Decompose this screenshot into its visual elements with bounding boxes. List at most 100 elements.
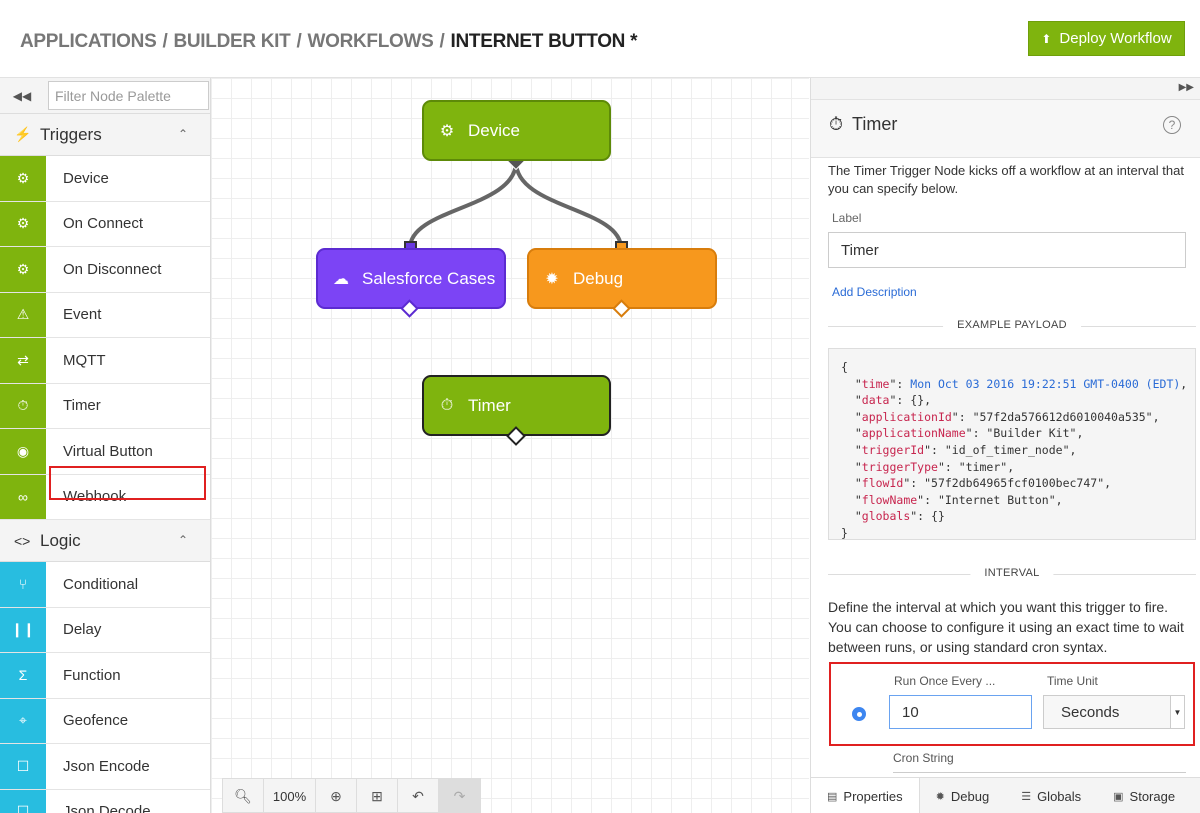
palette-item-label: Timer xyxy=(63,397,101,415)
interval-divider: INTERVAL xyxy=(828,567,1196,581)
palette-item-json-decode[interactable]: ☐ Json Decode xyxy=(0,789,210,813)
connection-lines xyxy=(404,151,628,254)
radio-button-icon: ◉ xyxy=(0,429,46,474)
collapse-palette-icon[interactable]: ◀◀ xyxy=(0,78,44,114)
undo-icon[interactable]: ↶ xyxy=(398,779,439,813)
cron-string-input[interactable] xyxy=(893,772,1186,773)
tab-label: Properties xyxy=(843,788,903,804)
crosshair-icon: ⌖ xyxy=(0,698,46,743)
panel-title-bar: ⏱ Timer ? xyxy=(811,100,1200,158)
flow-node-label: Salesforce Cases xyxy=(362,268,496,288)
payload-trigger-id: "id_of_timer_node" xyxy=(944,442,1070,457)
palette-item-label: Json Decode xyxy=(63,803,151,813)
palette-item-webhook[interactable]: ∞ Webhook xyxy=(0,474,210,520)
breadcrumb-workflows[interactable]: WORKFLOWS xyxy=(307,31,433,52)
flow-node-salesforce-cases[interactable]: ☁ Salesforce Cases xyxy=(316,248,506,309)
palette-item-on-disconnect[interactable]: ⚙ On Disconnect xyxy=(0,247,210,293)
group-title-logic: Logic xyxy=(40,530,81,550)
storage-icon: ▣ xyxy=(1113,790,1124,803)
payload-flow-id: "57f2db64965fcf0100bec747" xyxy=(924,476,1105,491)
chip-icon: ⚙ xyxy=(0,247,46,292)
tab-properties[interactable]: ▤ Properties xyxy=(811,778,920,813)
breadcrumb-builder-kit[interactable]: BUILDER KIT xyxy=(173,31,290,52)
group-header-triggers[interactable]: ⚡ Triggers ⌃ xyxy=(0,114,210,156)
panel-title-text: Timer xyxy=(852,114,898,134)
interval-radio-button[interactable] xyxy=(852,707,866,721)
zoom-out-icon[interactable]: 🔍︎ xyxy=(223,779,264,813)
palette-item-timer[interactable]: ⏱ Timer xyxy=(0,383,210,429)
palette-item-conditional[interactable]: ⑂ Conditional xyxy=(0,562,210,608)
document-icon: ▤ xyxy=(827,790,838,803)
panel-tabs: ▤ Properties ✹ Debug ☰ Globals ▣ Storage xyxy=(811,777,1200,813)
time-unit-label: Time Unit xyxy=(1047,674,1098,688)
pause-icon: ❙❙ xyxy=(0,607,46,652)
breadcrumb-applications[interactable]: APPLICATIONS xyxy=(20,31,157,52)
palette-item-label: Json Encode xyxy=(63,757,150,775)
tab-label: Debug xyxy=(950,788,990,804)
tab-storage[interactable]: ▣ Storage xyxy=(1097,778,1191,813)
interval-description: Define the interval at which you want th… xyxy=(828,599,1184,655)
example-payload-heading: EXAMPLE PAYLOAD xyxy=(943,319,1081,331)
zoom-level: 100% xyxy=(264,779,316,813)
workflow-canvas[interactable]: ⚙ Device ☁ Salesforce Cases ✹ Debug ⏱ Ti… xyxy=(211,78,809,813)
flow-node-debug[interactable]: ✹ Debug xyxy=(527,248,717,309)
example-payload-divider: EXAMPLE PAYLOAD xyxy=(828,319,1196,333)
palette-item-function[interactable]: Σ Function xyxy=(0,653,210,699)
grid-icon[interactable]: ⊞ xyxy=(357,779,398,813)
breadcrumb-separator: / xyxy=(162,31,168,52)
tab-globals[interactable]: ☰ Globals xyxy=(1005,778,1097,813)
chip-icon: ⚙ xyxy=(439,122,455,140)
payload-globals: {} xyxy=(931,509,945,524)
chevron-up-icon: ⌃ xyxy=(177,533,188,547)
time-unit-select[interactable]: Seconds ▼ xyxy=(1043,695,1185,729)
label-input[interactable] xyxy=(828,232,1186,268)
redo-icon[interactable]: ↷ xyxy=(439,779,480,813)
zoom-in-icon[interactable]: ⊕ xyxy=(316,779,357,813)
interval-heading: INTERVAL xyxy=(970,567,1054,579)
tab-debug[interactable]: ✹ Debug xyxy=(920,778,1006,813)
example-payload-code: { "time": Mon Oct 03 2016 19:22:51 GMT-0… xyxy=(828,348,1196,540)
flow-node-timer[interactable]: ⏱ Timer xyxy=(422,375,611,436)
lightning-icon: ⚡ xyxy=(14,126,32,142)
filter-node-palette-input[interactable] xyxy=(48,81,209,110)
stopwatch-icon: ⏱ xyxy=(0,383,46,428)
palette-item-label: On Connect xyxy=(63,215,144,233)
connection-device-debug xyxy=(514,161,623,249)
node-palette: ◀◀ ⚡ Triggers ⌃ ⚙ Device ⚙ On Connect ⚙ … xyxy=(0,78,211,813)
page-header: APPLICATIONS / BUILDER KIT / WORKFLOWS / INTER… xyxy=(0,0,1200,78)
flow-node-device[interactable]: ⚙ Device xyxy=(422,100,611,161)
tab-label: Storage xyxy=(1129,788,1176,804)
flow-node-label: Device xyxy=(468,120,520,140)
palette-item-on-connect[interactable]: ⚙ On Connect xyxy=(0,201,210,247)
palette-item-label: MQTT xyxy=(63,351,106,369)
palette-item-virtual-button[interactable]: ◉ Virtual Button xyxy=(0,429,210,475)
collapse-panel-icon[interactable]: ▶▶ xyxy=(1179,82,1194,93)
code-brackets-icon: <> xyxy=(14,532,31,549)
payload-flow-name: "Internet Button" xyxy=(937,492,1056,507)
arrows-icon: ⇄ xyxy=(0,338,46,383)
payload-data: {} xyxy=(910,393,925,408)
chip-icon: ⚙ xyxy=(0,201,46,246)
add-description-link[interactable]: Add Description xyxy=(832,285,917,299)
doc-icon: ☐ xyxy=(0,744,46,789)
warning-icon: ⚠ xyxy=(0,292,46,337)
breadcrumb-current: INTERNET BUTTON * xyxy=(450,31,638,52)
help-icon[interactable]: ? xyxy=(1163,116,1181,134)
doc-icon: ☐ xyxy=(0,789,46,813)
palette-item-mqtt[interactable]: ⇄ MQTT xyxy=(0,338,210,384)
palette-item-device[interactable]: ⚙ Device xyxy=(0,156,210,202)
palette-item-delay[interactable]: ❙❙ Delay xyxy=(0,607,210,653)
palette-item-event[interactable]: ⚠ Event xyxy=(0,292,210,338)
properties-panel: ▶▶ ⏱ Timer ? The Timer Trigger Node kick… xyxy=(810,78,1200,813)
palette-item-label: Webhook xyxy=(63,488,127,506)
group-header-logic[interactable]: <> Logic ⌃ xyxy=(0,520,210,562)
list-icon: ☰ xyxy=(1021,790,1032,803)
salesforce-cloud-icon: ☁ xyxy=(333,270,349,288)
deploy-workflow-button[interactable]: ⬆ Deploy Workflow xyxy=(1028,21,1185,56)
palette-item-geofence[interactable]: ⌖ Geofence xyxy=(0,698,210,744)
run-once-every-input[interactable] xyxy=(889,695,1032,729)
flow-node-label: Timer xyxy=(468,395,511,415)
palette-item-json-encode[interactable]: ☐ Json Encode xyxy=(0,744,210,790)
run-once-label: Run Once Every ... xyxy=(894,674,996,688)
panel-toolbar: ▶▶ xyxy=(811,78,1200,100)
